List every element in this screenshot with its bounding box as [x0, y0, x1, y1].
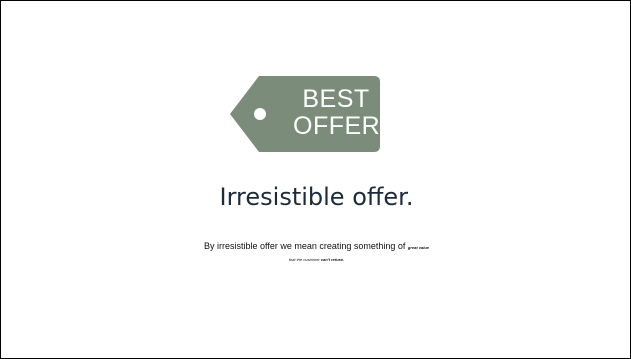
tag-hole-icon	[254, 108, 266, 120]
best-offer-tag: BEST OFFER	[227, 74, 382, 154]
slide-title: Irresistible offer.	[219, 183, 414, 211]
subline-text: that the customer	[288, 257, 321, 262]
tag-text-best: BEST	[302, 85, 370, 113]
subline-emphasis: can't refuse.	[320, 257, 345, 262]
slide-subline: that the customer can't refuse.	[1, 257, 631, 263]
tag-text-offer: OFFER	[293, 112, 381, 140]
slide-description: By irresistible offer we mean creating s…	[1, 241, 631, 253]
description-text: By irresistible offer we mean creating s…	[203, 241, 408, 251]
description-emphasis: great value	[407, 245, 430, 250]
slide: BEST OFFER Irresistible offer. By irresi…	[0, 0, 631, 359]
